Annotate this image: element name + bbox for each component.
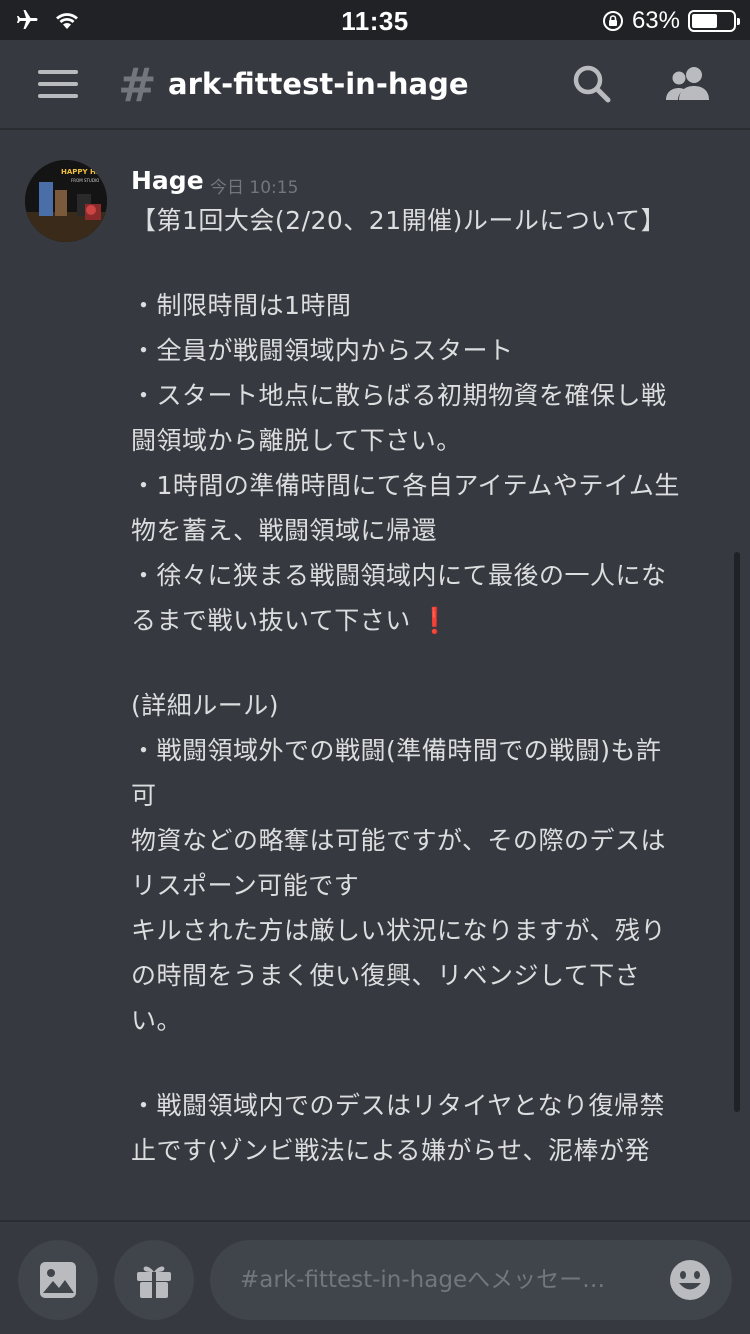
message-line: ・戦闘領域内でのデスはリタイヤとなり復帰禁 [131,1091,666,1120]
status-bar: 11:35 63% [0,0,750,40]
hamburger-menu-icon[interactable] [38,70,78,100]
avatar-image: HAPPY HAGE FROM STUDIO [25,160,107,242]
message-line-with-emoji: るまで戦い抜いて下さい ❗ [131,598,727,643]
message-line [131,643,727,683]
message-content: 【第1回大会(2/20、21開催)ルールについて】 ・制限時間は1時間 ・全員が… [131,198,727,1173]
members-icon[interactable] [664,64,712,104]
upload-image-button[interactable] [18,1240,98,1320]
message-line: ・全員が戦闘領域内からスタート [131,336,514,365]
message-line: ・スタート地点に散らばる初期物資を確保し戦 [131,381,667,410]
message-line [131,1043,727,1083]
message-line: い。 [131,1006,183,1035]
status-right: 63% [602,7,740,35]
message-line: ・1時間の準備時間にて各自アイテムやテイム生 [131,471,680,500]
message-line: キルされた方は厳しい状況になりますが、残り [131,916,667,945]
scrollbar[interactable] [734,552,740,1112]
image-icon [40,1262,76,1298]
message-line: ・制限時間は1時間 [131,291,352,320]
battery-fill [692,14,718,28]
message-line: ・徐々に狭まる戦闘領域内にて最後の一人にな [131,561,667,590]
message-line: 止です(ゾンビ戦法による嫌がらせ、泥棒が発 [131,1136,651,1165]
message-line: (詳細ルール) [131,691,280,720]
battery-icon [688,10,740,32]
gift-button[interactable] [114,1240,194,1320]
gift-icon [137,1266,171,1298]
message-line: ・戦闘領域外での戦闘(準備時間での戦闘)も許 [131,736,662,765]
message-author[interactable]: Hage [131,166,204,195]
message-line: 物資などの略奪は可能ですが、その際のデスは [131,826,667,855]
avatar-subtitle: FROM STUDIO [71,178,99,183]
message-line: 物を蓄え、戦闘領域に帰還 [131,516,438,545]
message-line: 可 [131,781,157,810]
message-line-text: るまで戦い抜いて下さい [131,606,411,635]
channel-header: # ark-fittest-in-hage [0,40,750,130]
avatar-title: HAPPY HAGE [61,168,107,176]
message-input[interactable] [210,1240,732,1320]
channel-name[interactable]: ark-fittest-in-hage [168,67,469,101]
message-line: リスポーン可能です [131,871,360,900]
message-input-bar [0,1220,750,1334]
search-icon[interactable] [570,62,614,106]
message-line [131,243,727,283]
message-list[interactable]: HAPPY HAGE FROM STUDIO Hage 今日 10:15 【第1… [0,132,750,1220]
exclamation-emoji-icon: ❗ [419,606,451,635]
emoji-icon[interactable] [668,1258,712,1302]
message-line: 闘領域から離脱して下さい。 [131,426,462,455]
avatar[interactable]: HAPPY HAGE FROM STUDIO [25,160,107,242]
message-line: の時間をうまく使い復興、リベンジして下さ [131,961,641,990]
rotation-lock-icon [602,11,623,31]
message-line: 【第1回大会(2/20、21開催)ルールについて】 [131,206,667,235]
message-timestamp: 今日 10:15 [210,178,299,198]
channel-hash-icon: # [118,58,157,112]
battery-percent: 63% [631,7,680,34]
